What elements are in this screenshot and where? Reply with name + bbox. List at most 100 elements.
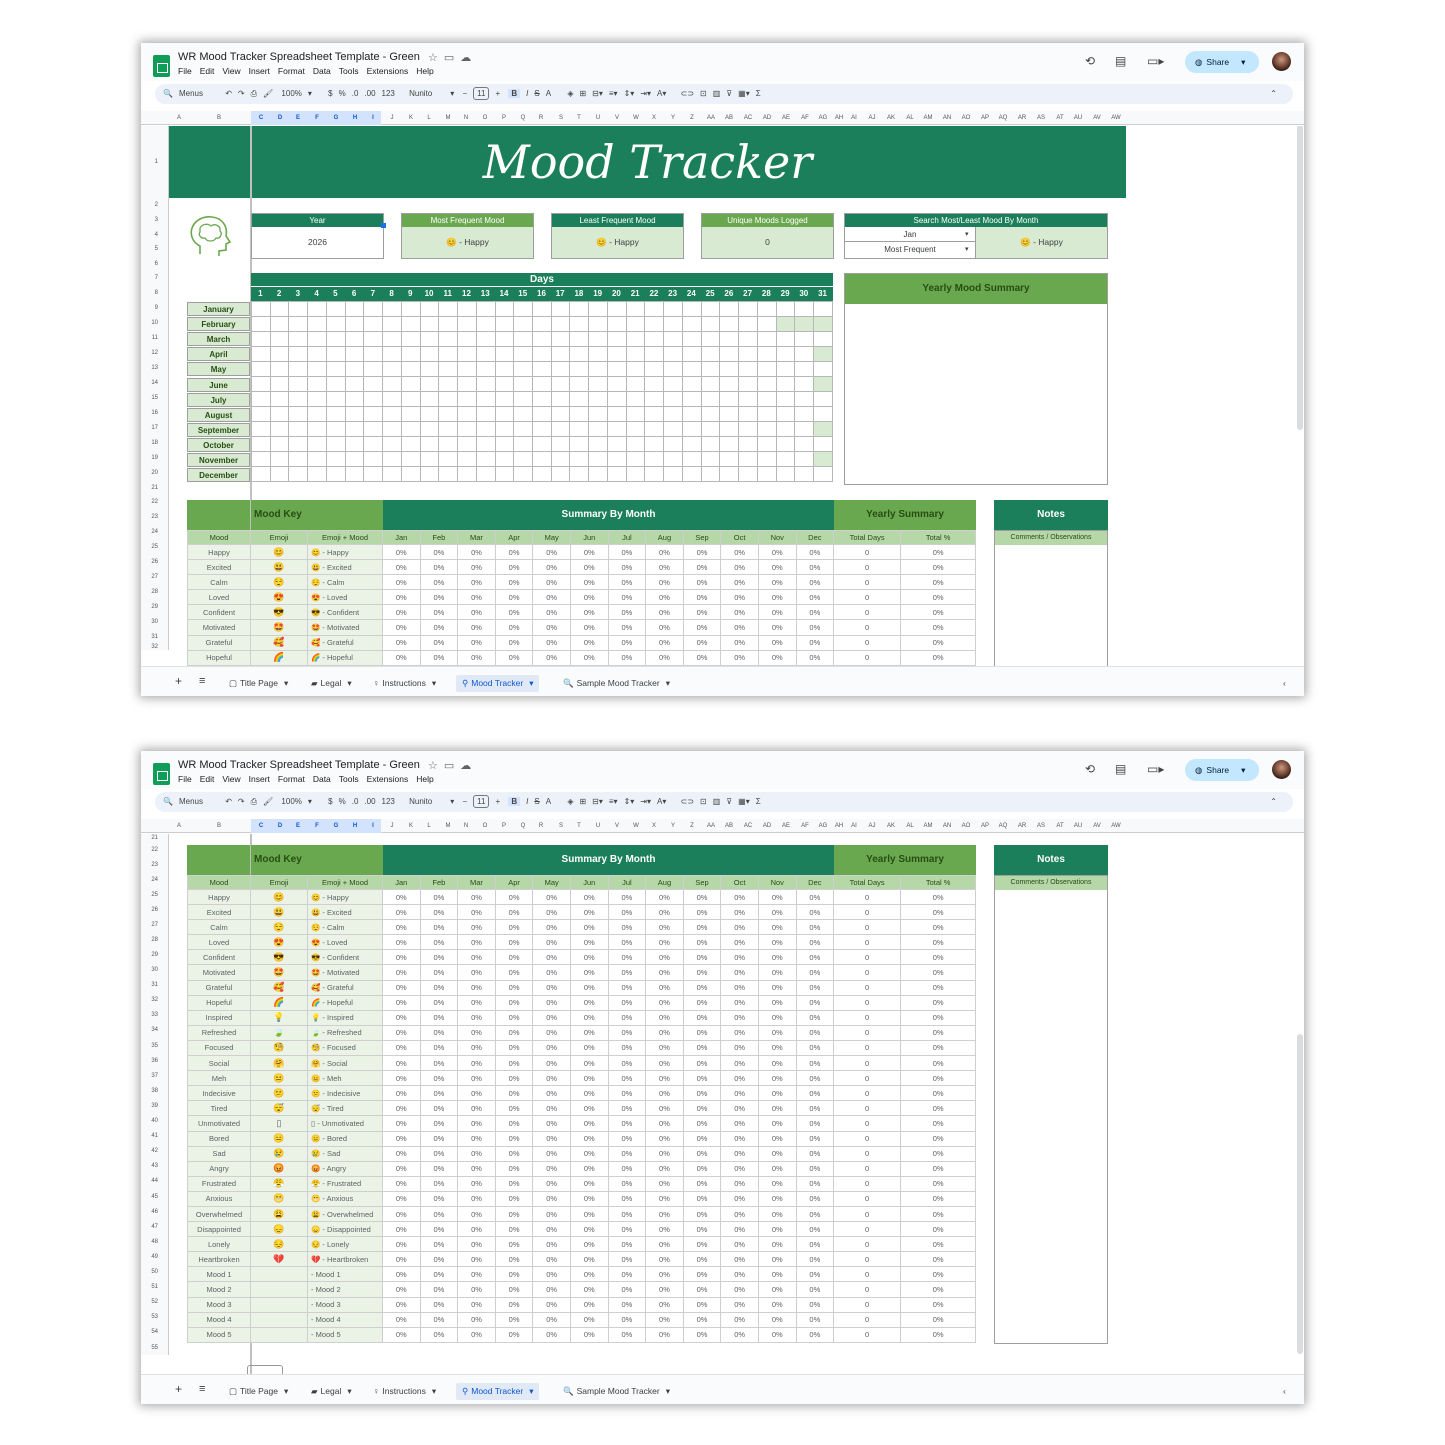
day-cell[interactable] — [439, 392, 459, 407]
column-header[interactable]: AU — [1074, 823, 1082, 829]
history-icon[interactable]: ⟲ — [1085, 54, 1095, 68]
column-header[interactable]: L — [427, 823, 430, 829]
day-cell[interactable] — [607, 407, 627, 422]
mood-name[interactable]: Refreshed — [187, 1024, 251, 1041]
column-header[interactable]: AA — [707, 115, 715, 121]
day-cell[interactable] — [607, 362, 627, 377]
day-cell[interactable] — [570, 437, 590, 452]
column-header[interactable]: AJ — [868, 823, 875, 829]
day-cell[interactable] — [458, 377, 477, 392]
year-card-value[interactable]: 2026 — [252, 227, 383, 258]
increase-decimal-button[interactable]: .00 — [364, 89, 375, 98]
day-cell[interactable] — [776, 347, 796, 362]
day-cell[interactable] — [589, 332, 608, 347]
chevron-down-icon[interactable]: ▾ — [347, 678, 351, 688]
day-cell[interactable] — [252, 437, 271, 452]
day-cell[interactable] — [626, 362, 646, 377]
align-icon[interactable]: ≡▾ — [609, 89, 618, 98]
table-row[interactable]: Inspired 💡 💡 - Inspired 0% 0% 0% 0% 0% 0% 0% 0% 0% 0… — [187, 1009, 977, 1026]
mood-name[interactable]: Motivated — [187, 964, 251, 981]
day-cell[interactable] — [326, 302, 346, 317]
table-row[interactable]: Hopeful 🌈 🌈 - Hopeful 0% 0% 0% 0% 0% 0% 0% 0% 0% 0% 0… — [187, 649, 977, 666]
day-cell[interactable] — [252, 332, 271, 347]
day-cell[interactable] — [664, 302, 683, 317]
cloud-icon[interactable]: ☁ — [460, 52, 477, 64]
add-rows-control[interactable] — [247, 1365, 283, 1374]
column-header[interactable]: X — [652, 823, 656, 829]
day-cell[interactable] — [533, 332, 552, 347]
day-cell[interactable] — [701, 332, 721, 347]
day-cell[interactable] — [533, 392, 552, 407]
day-cell[interactable] — [814, 317, 833, 332]
day-cell[interactable] — [739, 422, 758, 437]
mood-name[interactable]: Inspired — [187, 1009, 251, 1026]
day-cell[interactable] — [682, 422, 702, 437]
column-header[interactable]: AL — [906, 823, 913, 829]
day-cell[interactable] — [589, 452, 608, 467]
column-header[interactable]: S — [559, 115, 563, 121]
column-header[interactable]: AI — [851, 823, 857, 829]
day-cell[interactable] — [776, 452, 796, 467]
column-header[interactable]: AQ — [999, 115, 1008, 121]
sheet-tab[interactable]: 🔍 Sample Mood Tracker ▾ — [563, 678, 670, 689]
day-cell[interactable] — [476, 362, 496, 377]
row-header[interactable]: 1 — [155, 159, 158, 165]
strikethrough-button[interactable]: S — [534, 797, 539, 806]
table-row[interactable]: Confident 😎 😎 - Confident 0% 0% 0% 0% 0% 0% 0% 0% 0… — [187, 604, 977, 621]
day-cell[interactable] — [533, 407, 552, 422]
day-cell[interactable] — [401, 362, 421, 377]
chevron-down-icon[interactable]: ▾ — [666, 1386, 670, 1396]
day-cell[interactable] — [308, 437, 327, 452]
table-row[interactable]: Meh 😐 😐 - Meh 0% 0% 0% 0% 0% 0% 0% 0% 0% 0% 0% 0% 0 0% — [187, 1070, 977, 1087]
day-cell[interactable] — [364, 377, 384, 392]
day-cell[interactable] — [326, 317, 346, 332]
day-cell[interactable] — [476, 452, 496, 467]
sheet-tab[interactable]: ▰ Legal ▾ — [311, 1386, 352, 1397]
day-cell[interactable] — [252, 362, 271, 377]
day-cell[interactable] — [420, 362, 440, 377]
day-cell[interactable] — [270, 362, 290, 377]
day-cell[interactable] — [757, 317, 777, 332]
day-cell[interactable] — [757, 362, 777, 377]
day-cell[interactable] — [252, 317, 271, 332]
day-cell[interactable] — [795, 407, 815, 422]
day-cell[interactable] — [664, 392, 683, 407]
day-cell[interactable] — [308, 467, 327, 482]
day-cell[interactable] — [701, 407, 721, 422]
day-cell[interactable] — [645, 422, 665, 437]
day-cell[interactable] — [270, 332, 290, 347]
add-sheet-icon[interactable]: + — [175, 1382, 182, 1396]
day-cell[interactable] — [364, 317, 384, 332]
currency-button[interactable]: $ — [328, 89, 332, 98]
column-header[interactable]: AH — [835, 823, 843, 829]
day-cell[interactable] — [776, 437, 796, 452]
day-cell[interactable] — [270, 392, 290, 407]
column-header[interactable]: L — [427, 115, 430, 121]
day-cell[interactable] — [308, 407, 327, 422]
borders-icon[interactable]: ⊞ — [579, 89, 586, 98]
row-header[interactable]: 38 — [151, 1088, 158, 1094]
day-cell[interactable] — [795, 467, 815, 482]
day-cell[interactable] — [814, 452, 833, 467]
day-cell[interactable] — [814, 347, 833, 362]
meet-icon[interactable]: ▭▸ — [1147, 54, 1164, 68]
day-cell[interactable] — [776, 422, 796, 437]
mood-name[interactable]: Meh — [187, 1070, 251, 1087]
day-cell[interactable] — [345, 347, 365, 362]
row-header[interactable]: 22 — [151, 499, 158, 505]
table-row[interactable]: Unmotivated ▯ ▯ - Unmotivated 0% 0% 0% 0% 0% 0% 0… — [187, 1115, 977, 1132]
row-header[interactable]: 30 — [151, 967, 158, 973]
day-cell[interactable] — [458, 362, 477, 377]
table-row[interactable]: Frustrated 😤 😤 - Frustrated 0% 0% 0% 0% 0% 0% 0% 0… — [187, 1175, 977, 1192]
day-cell[interactable] — [626, 317, 646, 332]
day-cell[interactable] — [664, 317, 683, 332]
zoom-select[interactable]: 100% — [281, 797, 301, 806]
day-cell[interactable] — [814, 392, 833, 407]
row-header[interactable]: 45 — [151, 1194, 158, 1200]
day-cell[interactable] — [439, 317, 459, 332]
column-header[interactable]: AP — [981, 115, 989, 121]
day-cell[interactable] — [401, 302, 421, 317]
wrap-icon[interactable]: ⇥▾ — [640, 797, 651, 806]
day-cell[interactable] — [757, 407, 777, 422]
day-cell[interactable] — [476, 347, 496, 362]
